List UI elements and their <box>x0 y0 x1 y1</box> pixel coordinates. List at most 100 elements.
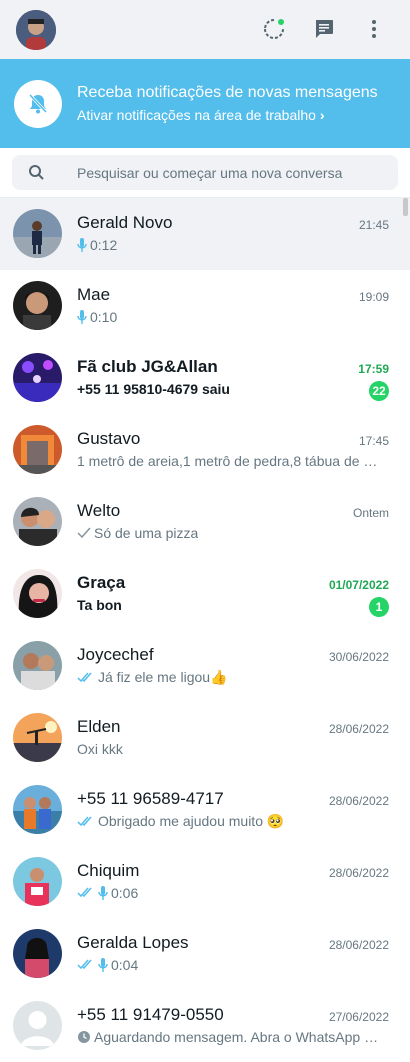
chat-preview-text: Oxi kkk <box>77 741 123 757</box>
chat-avatar <box>13 857 62 906</box>
chat-row-body: Graça 01/07/2022 Ta bon 1 <box>77 558 410 631</box>
chat-preview-text: 1 metrô de areia,1 metrô de pedra,8 tábu… <box>77 453 382 469</box>
chat-time: 27/06/2022 <box>328 1010 389 1024</box>
chat-row-body: +55 11 96589-4717 28/06/2022 Obrigado me a… <box>77 774 410 847</box>
chat-row[interactable]: Gerald Novo 21:45 0:12 <box>0 198 410 271</box>
header-bar <box>0 0 410 59</box>
chat-avatar <box>13 641 62 690</box>
menu-icon[interactable] <box>362 17 386 41</box>
banner-link-text: Ativar notificações na área de trabalho <box>77 107 316 123</box>
chat-row[interactable]: Geralda Lopes 28/06/2022 0:04 <box>0 918 410 991</box>
chat-time: Ontem <box>352 506 389 520</box>
chat-preview: 0:06 <box>77 885 382 901</box>
chat-avatar <box>13 497 62 546</box>
chat-row-body: Gustavo 17:45 1 metrô de areia,1 metrô de … <box>77 414 410 487</box>
chat-row[interactable]: Welto Ontem Só de uma pizza <box>0 486 410 559</box>
chat-row[interactable]: Graça 01/07/2022 Ta bon 1 <box>0 558 410 631</box>
chat-preview: Ta bon <box>77 597 382 613</box>
chat-row[interactable]: Fã club JG&Allan 17:59 +55 11 95810-4679 s… <box>0 342 410 415</box>
chat-time: 30/06/2022 <box>328 650 389 664</box>
chat-name: +55 11 91479-0550 <box>77 1005 224 1024</box>
chat-preview-text: 0:10 <box>90 309 118 325</box>
chat-preview-text: 0:06 <box>111 885 139 901</box>
chat-preview-text: Aguardando mensagem. Abra o WhatsApp n..… <box>94 1029 382 1045</box>
double-check-icon <box>77 887 95 899</box>
double-check-icon <box>77 816 95 828</box>
chat-name: Elden <box>77 717 121 736</box>
chat-time: 28/06/2022 <box>328 866 389 880</box>
chat-avatar <box>13 209 62 258</box>
chat-preview: Oxi kkk <box>77 741 382 757</box>
chat-row[interactable]: +55 11 91479-0550 27/06/2022 Aguardando me… <box>0 990 410 1062</box>
unread-badge: 22 <box>369 381 389 401</box>
banner-title: Receba notificações de novas mensagens <box>77 84 378 101</box>
scrollbar[interactable] <box>403 198 408 216</box>
chat-name: Gerald Novo <box>77 213 173 232</box>
chat-preview: Já fiz ele me ligou👍 <box>77 669 382 686</box>
chat-row-body: Mae 19:09 0:10 <box>77 270 410 343</box>
chat-time: 17:45 <box>358 434 389 448</box>
enable-notifications-link[interactable]: Ativar notificações na área de trabalho … <box>77 107 325 123</box>
chat-preview: Só de uma pizza <box>77 525 382 541</box>
chat-name: Chiquim <box>77 861 140 880</box>
bell-off-icon <box>14 80 62 128</box>
chat-row-body: +55 11 91479-0550 27/06/2022 Aguardando me… <box>77 990 410 1062</box>
chat-name: Joycechef <box>77 645 154 664</box>
chat-row-body: Gerald Novo 21:45 0:12 <box>77 198 410 271</box>
search-box <box>12 155 398 190</box>
chat-preview: Aguardando mensagem. Abra o WhatsApp n..… <box>77 1029 382 1045</box>
chat-name: Welto <box>77 501 121 520</box>
chat-preview-text: +55 11 95810-4679 saiu <box>77 381 230 397</box>
double-check-icon <box>77 959 95 971</box>
chat-avatar <box>13 1001 62 1050</box>
chat-preview: 1 metrô de areia,1 metrô de pedra,8 tábu… <box>77 453 382 469</box>
chat-avatar <box>13 713 62 762</box>
chat-preview: 0:12 <box>77 237 382 253</box>
chat-avatar <box>13 353 62 402</box>
new-chat-icon[interactable] <box>312 17 336 41</box>
chat-row[interactable]: Joycechef 30/06/2022 Já fiz ele me ligou👍 <box>0 630 410 703</box>
chat-time: 01/07/2022 <box>328 578 389 592</box>
search-icon[interactable] <box>28 164 45 186</box>
unread-badge: 1 <box>369 597 389 617</box>
status-icon[interactable] <box>262 17 286 41</box>
chat-time: 28/06/2022 <box>328 794 389 808</box>
chat-avatar <box>13 281 62 330</box>
chat-preview: Obrigado me ajudou muito 🥺 <box>77 813 382 830</box>
profile-avatar[interactable] <box>16 10 56 50</box>
search-input[interactable] <box>77 155 387 190</box>
check-icon <box>77 527 91 539</box>
chat-time: 17:59 <box>358 362 389 376</box>
chat-row-body: Welto Ontem Só de uma pizza <box>77 486 410 559</box>
chat-row[interactable]: Chiquim 28/06/2022 0:06 <box>0 846 410 919</box>
chat-row-body: Chiquim 28/06/2022 0:06 <box>77 846 410 919</box>
chat-preview-text: Só de uma pizza <box>94 525 199 541</box>
chat-name: +55 11 96589-4717 <box>77 789 224 808</box>
chevron-right-icon: › <box>319 107 325 123</box>
microphone-icon <box>98 885 108 901</box>
chat-row[interactable]: +55 11 96589-4717 28/06/2022 Obrigado me a… <box>0 774 410 847</box>
chat-row[interactable]: Mae 19:09 0:10 <box>0 270 410 343</box>
chat-preview-text: 0:12 <box>90 237 118 253</box>
chat-time: 28/06/2022 <box>328 722 389 736</box>
chat-name: Gustavo <box>77 429 141 448</box>
chat-preview: +55 11 95810-4679 saiu <box>77 381 382 397</box>
chat-avatar <box>13 569 62 618</box>
chat-row-body: Joycechef 30/06/2022 Já fiz ele me ligou👍 <box>77 630 410 703</box>
chat-row[interactable]: Elden 28/06/2022 Oxi kkk <box>0 702 410 775</box>
clock-icon <box>77 1030 91 1044</box>
search-area <box>0 148 410 198</box>
chat-preview-text: Obrigado me ajudou muito 🥺 <box>98 813 285 829</box>
chat-time: 28/06/2022 <box>328 938 389 952</box>
chat-avatar <box>13 929 62 978</box>
chat-preview-text: 0:04 <box>111 957 139 973</box>
chat-preview: 0:04 <box>77 957 382 973</box>
microphone-icon <box>77 237 87 253</box>
double-check-icon <box>77 672 95 684</box>
chat-row[interactable]: Gustavo 17:45 1 metrô de areia,1 metrô de … <box>0 414 410 487</box>
chat-avatar <box>13 425 62 474</box>
chat-row-body: Fã club JG&Allan 17:59 +55 11 95810-4679 s… <box>77 342 410 415</box>
chat-name: Graça <box>77 573 126 592</box>
chat-list: Gerald Novo 21:45 0:12 Mae 19:09 0:10 Fã club … <box>0 198 410 1062</box>
chat-avatar <box>13 785 62 834</box>
